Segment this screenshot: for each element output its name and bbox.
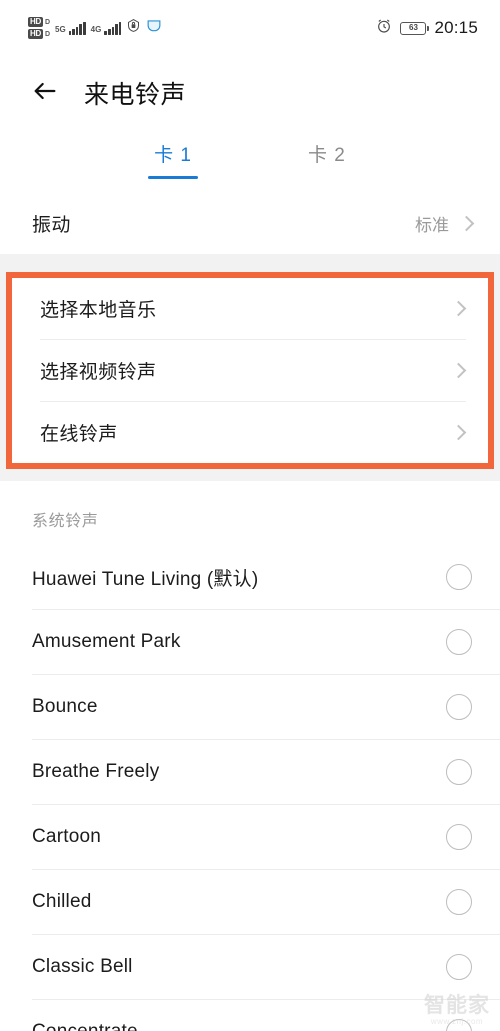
- page-title: 来电铃声: [84, 81, 187, 109]
- chevron-right-icon: [450, 362, 467, 379]
- ringtone-name: Amusement Park: [32, 631, 181, 652]
- signal-indicator-4g: 4G: [90, 21, 122, 35]
- ringtone-name: Chilled: [32, 891, 92, 912]
- row-select-local-music-label: 选择本地音乐: [40, 300, 157, 321]
- ringtone-name: Bounce: [32, 696, 98, 717]
- ringtone-radio[interactable]: [446, 824, 472, 850]
- system-ringtones-section-header: 系统铃声: [0, 481, 500, 545]
- system-ringtones-title: 系统铃声: [32, 513, 99, 530]
- vibration-value: 标准: [415, 215, 449, 235]
- list-item[interactable]: Amusement Park: [0, 610, 500, 674]
- section-gap-bottom: [0, 469, 500, 481]
- blue-badge-icon: [146, 19, 162, 37]
- network-type-label-primary: 5G: [55, 24, 66, 34]
- system-ringtones-card: 系统铃声 Huawei Tune Living (默认) Amusement P…: [0, 481, 500, 1031]
- chevron-right-icon: [450, 424, 467, 441]
- ringtone-name: Breathe Freely: [32, 761, 160, 782]
- ringtone-radio[interactable]: [446, 889, 472, 915]
- ringtone-radio[interactable]: [446, 564, 472, 590]
- tab-sim-2[interactable]: 卡 2: [302, 138, 352, 179]
- hd-badge-sim1-sub: D: [44, 18, 51, 26]
- hd-badges-group: HD D HD D: [28, 17, 50, 39]
- signal-indicator-5g: 5G: [55, 21, 86, 35]
- tab-sim-1[interactable]: 卡 1: [148, 138, 198, 179]
- alarm-clock-icon: [376, 18, 392, 39]
- row-online-ringtone[interactable]: 在线铃声: [12, 402, 488, 463]
- section-gap-top: [0, 254, 500, 272]
- hd-badge-sim2: HD D: [28, 29, 50, 39]
- highlighted-group: 选择本地音乐 选择视频铃声 在线铃声: [6, 272, 494, 469]
- hd-badge-sim2-label: HD: [28, 29, 43, 39]
- hd-badge-sim1-label: HD: [28, 17, 43, 27]
- list-item[interactable]: Huawei Tune Living (默认): [0, 545, 500, 609]
- list-item[interactable]: Classic Bell: [0, 935, 500, 999]
- ringtone-radio[interactable]: [446, 759, 472, 785]
- app-bar: 来电铃声: [0, 56, 500, 130]
- chevron-right-icon: [458, 215, 475, 231]
- battery-icon: 63: [400, 21, 430, 35]
- signal-bars-icon-primary: [68, 21, 86, 35]
- hd-badge-sim2-sub: D: [44, 30, 51, 38]
- vibration-row[interactable]: 振动 标准: [0, 192, 500, 254]
- row-select-video-ringtone-label: 选择视频铃声: [40, 362, 157, 383]
- back-button[interactable]: [28, 76, 62, 110]
- status-bar-clock: 20:15: [434, 18, 478, 37]
- tab-sim-1-label: 卡 1: [154, 145, 192, 166]
- row-select-local-music[interactable]: 选择本地音乐: [12, 278, 488, 339]
- list-item[interactable]: Bounce: [0, 675, 500, 739]
- tab-sim-2-label: 卡 2: [308, 145, 346, 166]
- status-bar: HD D HD D 5G 4G 63 20:15: [0, 0, 500, 56]
- row-online-ringtone-label: 在线铃声: [40, 424, 118, 445]
- list-item[interactable]: Cartoon: [0, 805, 500, 869]
- ringtone-radio[interactable]: [446, 954, 472, 980]
- hd-badge-sim1: HD D: [28, 17, 50, 27]
- row-select-video-ringtone[interactable]: 选择视频铃声: [12, 340, 488, 401]
- list-item[interactable]: Chilled: [0, 870, 500, 934]
- list-item[interactable]: Concentrate: [0, 1000, 500, 1031]
- ringtone-radio[interactable]: [446, 629, 472, 655]
- ringtone-name: Concentrate: [32, 1021, 138, 1031]
- highlighted-group-wrapper: 选择本地音乐 选择视频铃声 在线铃声: [0, 272, 500, 469]
- back-arrow-icon: [31, 77, 59, 110]
- ringtone-name: Cartoon: [32, 826, 101, 847]
- network-type-label-secondary: 4G: [90, 24, 102, 34]
- status-bar-right: 63 20:15: [376, 18, 478, 39]
- signal-bars-icon-secondary: [104, 21, 122, 35]
- phone-screen: HD D HD D 5G 4G 63 20:15 来电铃声 卡 1 卡 2 振动…: [0, 0, 500, 1031]
- battery-level-label: 63: [409, 23, 418, 32]
- vibration-card: 振动 标准: [0, 192, 500, 254]
- ringtone-name: Huawei Tune Living (默认): [32, 568, 259, 590]
- status-bar-left: HD D HD D 5G 4G: [28, 17, 162, 39]
- chevron-right-icon: [450, 300, 467, 317]
- vibration-label: 振动: [32, 214, 71, 236]
- ringtone-radio[interactable]: [446, 1019, 472, 1031]
- sim-tabs: 卡 1 卡 2: [0, 130, 500, 192]
- list-item[interactable]: Breathe Freely: [0, 740, 500, 804]
- shield-icon: [126, 18, 141, 38]
- ringtone-radio[interactable]: [446, 694, 472, 720]
- ringtone-name: Classic Bell: [32, 956, 133, 977]
- vibration-row-right: 标准: [415, 211, 475, 236]
